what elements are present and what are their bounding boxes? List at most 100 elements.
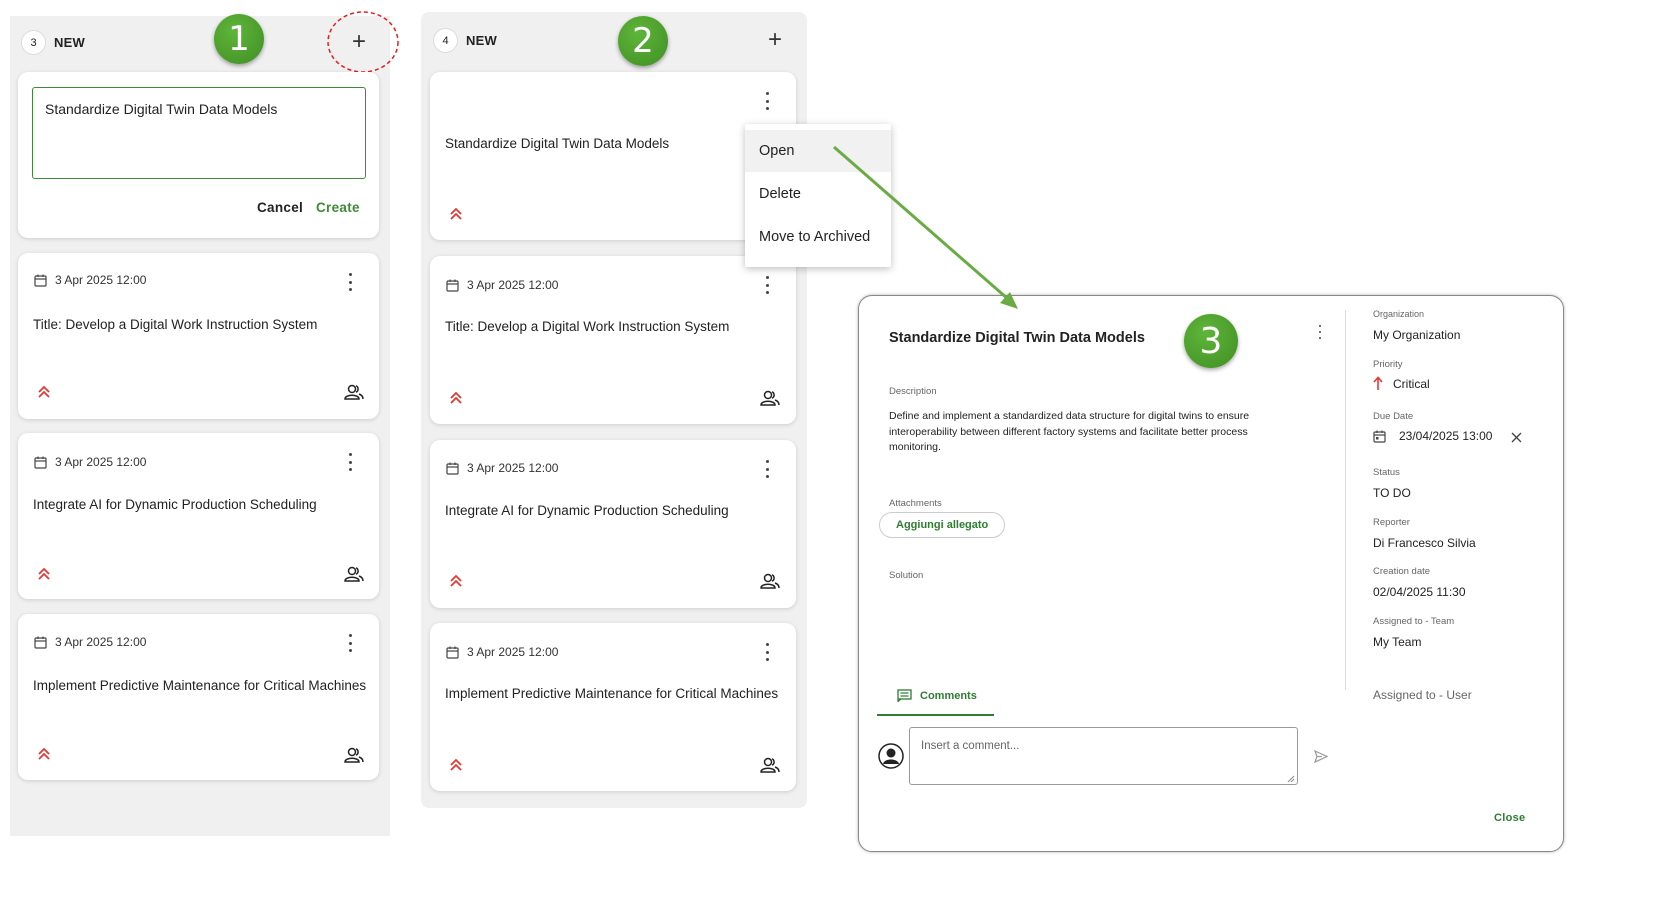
organization-label: Organization — [1373, 309, 1425, 319]
calendar-icon — [34, 636, 47, 649]
new-card-title-input[interactable]: Standardize Digital Twin Data Models — [32, 87, 366, 179]
reporter-label: Reporter — [1373, 517, 1410, 528]
dialog-menu-icon[interactable] — [1317, 325, 1323, 339]
organization-value[interactable]: My Organization — [1373, 328, 1460, 342]
assignees-icon[interactable] — [760, 390, 780, 406]
card-title: Title: Develop a Digital Work Instructio… — [445, 319, 730, 334]
card-date: 3 Apr 2025 12:00 — [446, 645, 558, 659]
tab-comments[interactable]: Comments — [897, 689, 977, 702]
card-date-text: 3 Apr 2025 12:00 — [55, 635, 147, 649]
priority-critical-icon — [38, 385, 50, 398]
user-avatar-icon — [878, 743, 904, 769]
resize-handle-icon[interactable] — [1287, 775, 1295, 783]
card-menu-icon[interactable] — [347, 453, 353, 471]
priority-critical-icon — [38, 747, 50, 760]
task-detail-dialog: Standardize Digital Twin Data Models Des… — [858, 295, 1564, 852]
column-count-badge: 3 — [21, 30, 46, 55]
calendar-icon — [34, 274, 47, 287]
due-date-value: 23/04/2025 13:00 — [1399, 429, 1493, 443]
card-menu-icon[interactable] — [764, 460, 770, 478]
priority-field[interactable]: Critical — [1373, 376, 1430, 391]
dialog-title: Standardize Digital Twin Data Models — [889, 330, 1145, 346]
send-icon[interactable] — [1314, 750, 1328, 763]
calendar-icon — [446, 646, 459, 659]
add-attachment-button[interactable]: Aggiungi allegato — [879, 512, 1006, 538]
comment-icon — [897, 689, 912, 702]
calendar-icon — [34, 456, 47, 469]
assigned-team-value[interactable]: My Team — [1373, 635, 1421, 649]
card-date-text: 3 Apr 2025 12:00 — [55, 455, 147, 469]
tab-comments-label: Comments — [920, 689, 977, 702]
solution-label: Solution — [889, 570, 924, 581]
active-tab-indicator — [877, 714, 994, 716]
assigned-user-field[interactable]: Assigned to - User — [1373, 688, 1472, 702]
card-title: Integrate AI for Dynamic Production Sche… — [33, 497, 317, 512]
card-date-text: 3 Apr 2025 12:00 — [467, 645, 559, 659]
task-card[interactable]: 3 Apr 2025 12:00 Title: Develop a Digita… — [430, 256, 796, 424]
calendar-icon — [446, 462, 459, 475]
card-menu-icon[interactable] — [764, 92, 770, 110]
assignees-icon[interactable] — [344, 384, 364, 400]
priority-up-arrow-icon — [1373, 376, 1383, 390]
priority-critical-icon — [38, 567, 50, 580]
assigned-team-label: Assigned to - Team — [1373, 616, 1455, 627]
card-title: Integrate AI for Dynamic Production Sche… — [445, 503, 729, 518]
create-button[interactable]: Create — [316, 200, 360, 215]
highlight-dashed-circle — [327, 11, 399, 73]
calendar-icon — [1373, 430, 1386, 443]
step-marker-1: 1 — [214, 14, 264, 64]
card-date: 3 Apr 2025 12:00 — [446, 278, 558, 292]
column-title: NEW — [466, 33, 497, 48]
column-title: NEW — [54, 35, 85, 50]
card-menu-icon[interactable] — [764, 643, 770, 661]
priority-critical-icon — [450, 207, 462, 220]
card-date: 3 Apr 2025 12:00 — [34, 455, 146, 469]
task-card[interactable]: 3 Apr 2025 12:00 Integrate AI for Dynami… — [430, 440, 796, 608]
description-text[interactable]: Define and implement a standardized data… — [889, 409, 1289, 456]
assignees-icon[interactable] — [760, 573, 780, 589]
card-menu-icon[interactable] — [347, 273, 353, 291]
flow-arrow — [833, 145, 1018, 309]
status-value[interactable]: TO DO — [1373, 486, 1411, 500]
task-card[interactable]: 3 Apr 2025 12:00 Implement Predictive Ma… — [18, 614, 379, 780]
clear-date-icon[interactable] — [1511, 432, 1522, 443]
priority-label: Priority — [1373, 359, 1403, 370]
assignees-icon[interactable] — [760, 757, 780, 773]
card-date-text: 3 Apr 2025 12:00 — [55, 273, 147, 287]
card-date: 3 Apr 2025 12:00 — [34, 635, 146, 649]
card-date: 3 Apr 2025 12:00 — [34, 273, 146, 287]
comment-input[interactable]: Insert a comment... — [909, 727, 1298, 785]
card-title: Implement Predictive Maintenance for Cri… — [445, 686, 779, 701]
cancel-button[interactable]: Cancel — [257, 200, 303, 215]
card-menu-icon[interactable] — [347, 634, 353, 652]
creation-date-label: Creation date — [1373, 566, 1431, 577]
task-card[interactable]: 3 Apr 2025 12:00 Title: Develop a Digita… — [18, 253, 379, 419]
assignees-icon[interactable] — [344, 566, 364, 582]
card-menu-icon[interactable] — [764, 276, 770, 294]
step-marker-3: 3 — [1184, 314, 1238, 368]
column-count-badge: 4 — [433, 28, 458, 53]
creation-date-value: 02/04/2025 11:30 — [1373, 585, 1466, 599]
assignees-icon[interactable] — [344, 747, 364, 763]
task-card[interactable]: Standardize Digital Twin Data Models — [430, 72, 796, 240]
card-date-text: 3 Apr 2025 12:00 — [467, 461, 559, 475]
column-header: 4 NEW — [433, 28, 497, 53]
description-label: Description — [889, 386, 937, 397]
task-card[interactable]: 3 Apr 2025 12:00 Integrate AI for Dynami… — [18, 433, 379, 599]
step-marker-2: 2 — [618, 16, 668, 66]
calendar-icon — [446, 279, 459, 292]
priority-critical-icon — [450, 758, 462, 771]
card-title: Standardize Digital Twin Data Models — [445, 136, 670, 151]
due-date-field[interactable]: 23/04/2025 13:00 — [1373, 429, 1492, 443]
card-date: 3 Apr 2025 12:00 — [446, 461, 558, 475]
column-header: 3 NEW — [21, 30, 85, 55]
priority-critical-icon — [450, 574, 462, 587]
card-date-text: 3 Apr 2025 12:00 — [467, 278, 559, 292]
status-label: Status — [1373, 467, 1400, 478]
close-button[interactable]: Close — [1494, 812, 1525, 824]
attachments-label: Attachments — [889, 498, 942, 509]
task-card[interactable]: 3 Apr 2025 12:00 Implement Predictive Ma… — [430, 623, 796, 791]
priority-critical-icon — [450, 391, 462, 404]
add-card-button[interactable]: + — [768, 28, 782, 52]
dialog-divider — [1345, 310, 1346, 690]
